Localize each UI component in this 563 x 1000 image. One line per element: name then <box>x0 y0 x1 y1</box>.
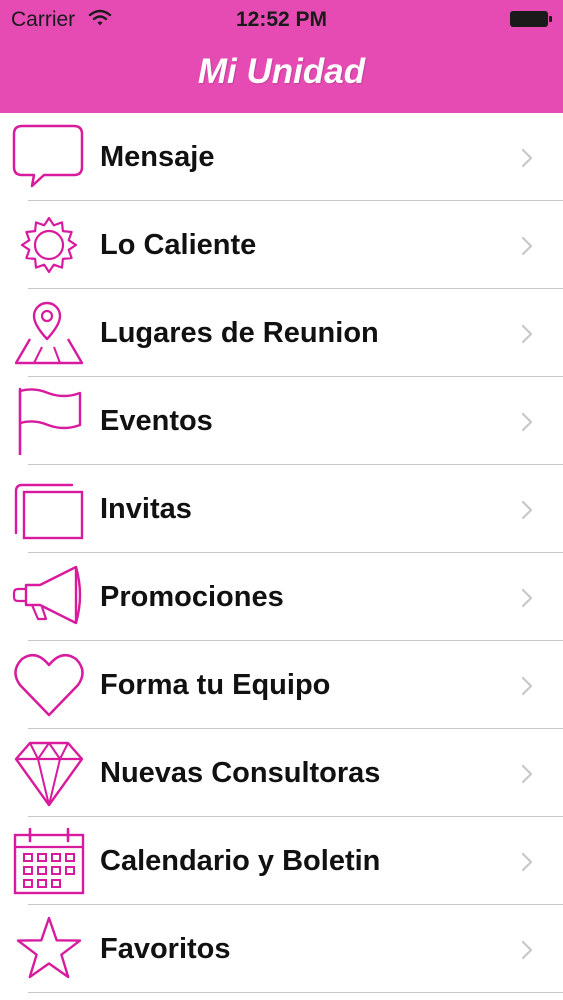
menu-item-lugares-de-reunion[interactable]: Lugares de Reunion <box>0 289 563 377</box>
menu-item-label: Nuevas Consultoras <box>100 757 381 789</box>
chevron-right-icon <box>521 852 533 872</box>
menu-item-label: Lugares de Reunion <box>100 317 379 349</box>
row-separator <box>28 992 563 993</box>
menu-item-label: Favoritos <box>100 933 231 965</box>
cards-icon <box>14 483 84 540</box>
diamond-icon <box>14 741 84 807</box>
menu-item-invitas[interactable]: Invitas <box>0 465 563 553</box>
menu-item-label: Promociones <box>100 581 284 613</box>
menu-item-label: Invitas <box>100 493 192 525</box>
speech-bubble-icon <box>12 124 84 188</box>
menu-item-label: Mensaje <box>100 141 215 173</box>
chevron-right-icon <box>521 940 533 960</box>
chevron-right-icon <box>521 764 533 784</box>
calendar-icon <box>13 827 85 895</box>
menu-item-promociones[interactable]: Promociones <box>0 553 563 641</box>
menu-item-label: Calendario y Boletin <box>100 845 381 877</box>
menu-item-label: Lo Caliente <box>100 229 257 261</box>
chevron-right-icon <box>521 500 533 520</box>
map-pin-icon <box>14 301 84 365</box>
menu-item-eventos[interactable]: Eventos <box>0 377 563 465</box>
status-bar: Carrier 12:52 PM <box>0 0 563 40</box>
star-icon <box>16 916 82 979</box>
menu-item-mensaje[interactable]: Mensaje <box>0 113 563 201</box>
chevron-right-icon <box>521 324 533 344</box>
menu-item-label: Forma tu Equipo <box>100 669 331 701</box>
sun-icon <box>20 216 78 274</box>
status-time: 12:52 PM <box>235 8 328 31</box>
battery-icon <box>510 11 552 27</box>
chevron-right-icon <box>521 148 533 168</box>
chevron-right-icon <box>521 676 533 696</box>
menu-item-nuevas-consultoras[interactable]: Nuevas Consultoras <box>0 729 563 817</box>
chevron-right-icon <box>521 588 533 608</box>
heart-icon <box>14 653 84 717</box>
navigation-bar: Carrier 12:52 PM Mi Unidad <box>0 0 563 113</box>
menu-item-lo-caliente[interactable]: Lo Caliente <box>0 201 563 289</box>
menu-item-label: Eventos <box>100 405 213 437</box>
menu-item-favoritos[interactable]: Favoritos <box>0 905 563 993</box>
chevron-right-icon <box>521 236 533 256</box>
menu-item-calendario-y-boletin[interactable]: Calendario y Boletin <box>0 817 563 905</box>
menu-item-forma-tu-equipo[interactable]: Forma tu Equipo <box>0 641 563 729</box>
flag-icon <box>18 387 82 455</box>
page-title: Mi Unidad <box>197 52 366 91</box>
menu-list: Mensaje Lo Caliente Lugares de Reunion E… <box>0 113 563 1000</box>
megaphone-icon <box>12 565 82 625</box>
chevron-right-icon <box>521 412 533 432</box>
